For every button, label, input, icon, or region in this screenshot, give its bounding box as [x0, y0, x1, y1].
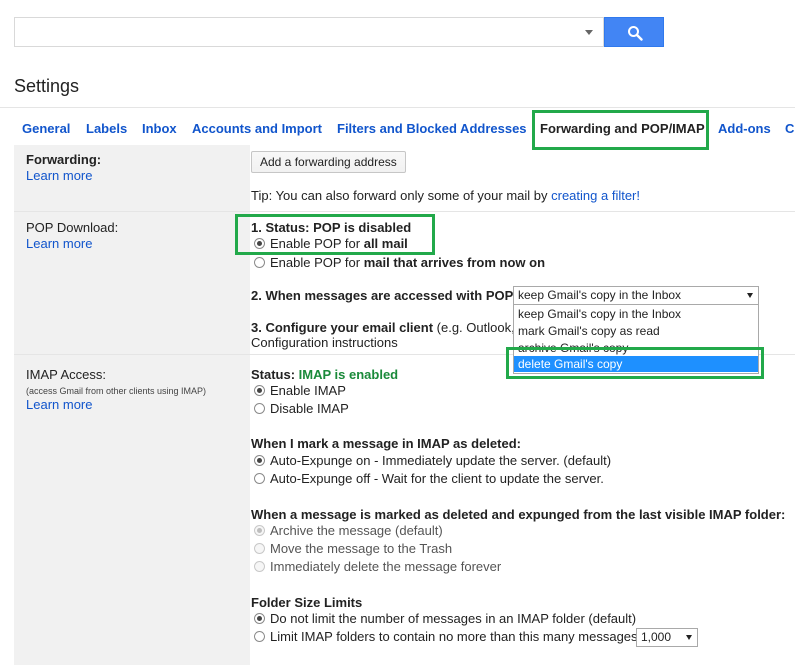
forwarding-tip-text: Tip: You can also forward only some of y… — [251, 188, 552, 203]
tab-inbox[interactable]: Inbox — [142, 121, 177, 136]
folder-size-heading: Folder Size Limits — [251, 595, 363, 610]
delete-forever-label: Immediately delete the message forever — [270, 559, 502, 574]
tab-filters-and-blocked-addresses[interactable]: Filters and Blocked Addresses — [337, 121, 527, 136]
imap-status-prefix: Status: — [251, 367, 299, 382]
header-divider — [0, 107, 795, 108]
select-chevron-down-icon — [686, 635, 692, 640]
tab-more[interactable]: C — [785, 121, 794, 136]
pop-configure-rest: (e.g. Outlook, — [433, 320, 515, 335]
settings-tabs: General Labels Inbox Accounts and Import… — [0, 113, 795, 145]
forwarding-learn-more-link[interactable]: Learn more — [26, 168, 92, 183]
add-forwarding-address-button[interactable]: Add a forwarding address — [251, 151, 406, 173]
delete-forever-radio[interactable] — [254, 561, 265, 572]
enable-imap-radio[interactable] — [254, 385, 265, 396]
pop-status: 1. Status: POP is disabled — [251, 220, 412, 235]
tab-labels[interactable]: Labels — [86, 121, 127, 136]
enable-pop-all-bold: all mail — [363, 236, 408, 251]
pop-action-select-value: keep Gmail's copy in the Inbox — [518, 288, 682, 302]
move-to-trash-radio[interactable] — [254, 543, 265, 554]
search-input[interactable] — [14, 17, 604, 47]
page-title: Settings — [14, 76, 80, 96]
configuration-instructions-link[interactable]: Configuration instructions — [251, 335, 398, 350]
pop-action-select[interactable]: keep Gmail's copy in the Inbox — [513, 286, 759, 305]
folder-limit-value: 1,000 — [641, 630, 672, 644]
disable-imap-radio[interactable] — [254, 403, 265, 414]
enable-pop-all-prefix: Enable POP for — [270, 236, 364, 251]
enable-imap-label: Enable IMAP — [270, 383, 346, 398]
create-filter-link[interactable]: creating a filter! — [551, 188, 640, 203]
folder-limit-select[interactable]: 1,000 — [636, 628, 698, 647]
no-limit-label: Do not limit the number of messages in a… — [270, 611, 637, 626]
imap-deleted-heading: When I mark a message in IMAP as deleted… — [251, 436, 521, 451]
enable-pop-all-mail-radio[interactable] — [254, 238, 265, 249]
pop-option-archive[interactable]: archive Gmail's copy — [514, 340, 758, 356]
auto-expunge-on-radio[interactable] — [254, 455, 265, 466]
search-icon — [628, 26, 643, 41]
auto-expunge-off-radio[interactable] — [254, 473, 265, 484]
gmail-settings-page: Settings General Labels Inbox Accounts a… — [0, 0, 795, 665]
disable-imap-label: Disable IMAP — [270, 401, 349, 416]
imap-status: Status: IMAP is enabled — [251, 367, 398, 382]
forwarding-row: Forwarding: Learn more Add a forwarding … — [14, 145, 795, 211]
no-limit-radio[interactable] — [254, 613, 265, 624]
search-options-chevron-down-icon[interactable] — [585, 30, 593, 35]
tab-forwarding-and-pop-imap[interactable]: Forwarding and POP/IMAP — [540, 121, 705, 136]
search-bar — [0, 0, 795, 60]
tab-add-ons[interactable]: Add-ons — [718, 121, 771, 136]
search-button[interactable] — [604, 17, 664, 47]
select-chevron-down-icon — [747, 293, 753, 298]
imap-expunged-heading: When a message is marked as deleted and … — [251, 507, 786, 522]
pop-learn-more-link[interactable]: Learn more — [26, 236, 92, 251]
pop-configure-bold: 3. Configure your email client — [251, 320, 434, 335]
pop-download-title: POP Download: — [26, 220, 119, 235]
imap-learn-more-link[interactable]: Learn more — [26, 397, 92, 412]
enable-pop-new-mail-radio[interactable] — [254, 257, 265, 268]
enable-pop-new-prefix: Enable POP for — [270, 255, 364, 270]
imap-access-subtitle: (access Gmail from other clients using I… — [26, 386, 207, 396]
limit-folders-label: Limit IMAP folders to contain no more th… — [270, 629, 638, 644]
forwarding-tip: Tip: You can also forward only some of y… — [251, 188, 640, 203]
enable-pop-new-mail-label: Enable POP for mail that arrives from no… — [270, 255, 545, 270]
pop-when-accessed-label: 2. When messages are accessed with POP — [251, 288, 514, 303]
archive-message-radio[interactable] — [254, 525, 265, 536]
enable-pop-all-mail-label: Enable POP for all mail — [270, 236, 408, 251]
move-to-trash-label: Move the message to the Trash — [270, 541, 453, 556]
auto-expunge-off-label: Auto-Expunge off - Wait for the client t… — [270, 471, 604, 486]
auto-expunge-on-label: Auto-Expunge on - Immediately update the… — [270, 453, 612, 468]
archive-message-label: Archive the message (default) — [270, 523, 443, 538]
tab-accounts-and-import[interactable]: Accounts and Import — [192, 121, 322, 136]
tab-general[interactable]: General — [22, 121, 70, 136]
imap-access-title: IMAP Access: — [26, 367, 106, 382]
pop-option-keep[interactable]: keep Gmail's copy in the Inbox — [514, 306, 758, 322]
enable-pop-new-bold: mail that arrives from now on — [363, 255, 546, 270]
pop-configure-client: 3. Configure your email client (e.g. Out… — [251, 320, 515, 335]
pop-option-mark-read[interactable]: mark Gmail's copy as read — [514, 323, 758, 339]
forwarding-title: Forwarding: — [26, 152, 102, 167]
imap-access-row: IMAP Access: (access Gmail from other cl… — [14, 355, 795, 665]
limit-folders-radio[interactable] — [254, 631, 265, 642]
imap-status-value: IMAP is enabled — [298, 367, 399, 382]
